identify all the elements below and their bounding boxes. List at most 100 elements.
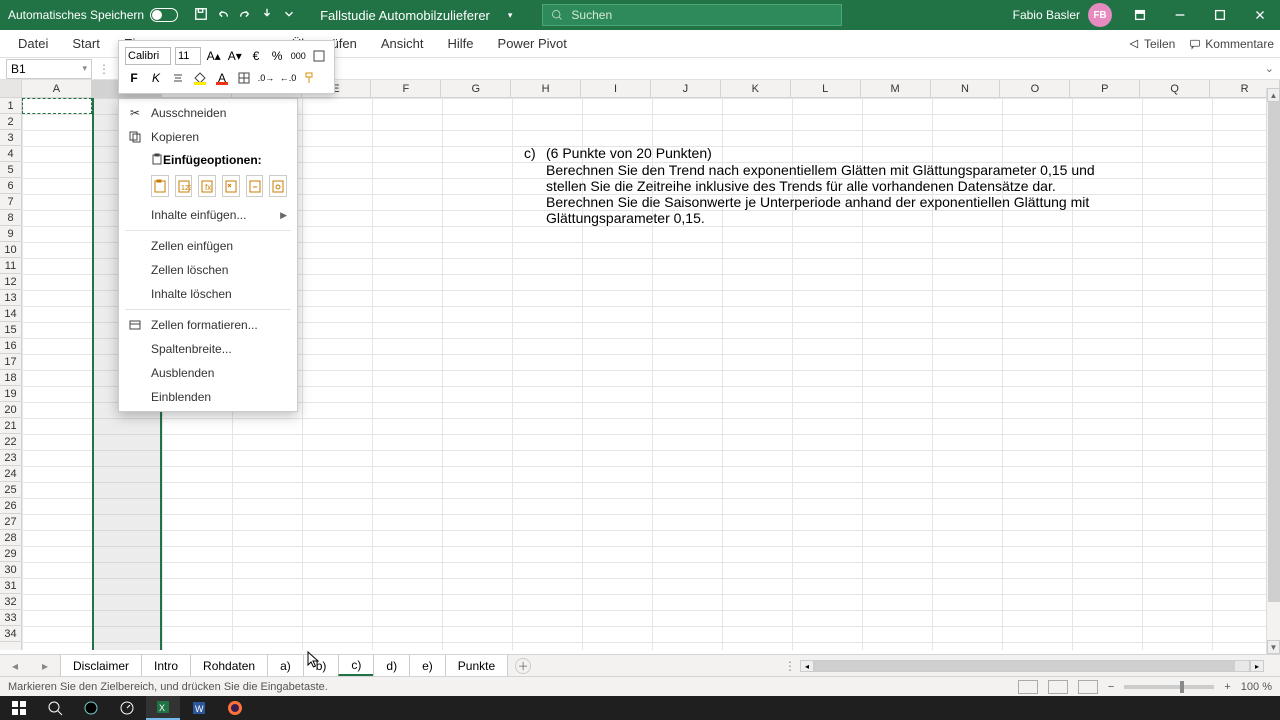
- sheet-tab-punkte[interactable]: Punkte: [445, 655, 508, 676]
- row-header[interactable]: 29: [0, 546, 21, 562]
- autosave-toggle[interactable]: [150, 8, 178, 22]
- zoom-slider[interactable]: [1124, 685, 1214, 689]
- ctx-unhide[interactable]: Einblenden: [119, 385, 297, 409]
- select-all-corner[interactable]: [0, 80, 22, 97]
- row-header[interactable]: 22: [0, 434, 21, 450]
- row-header[interactable]: 16: [0, 338, 21, 354]
- row-header[interactable]: 17: [0, 354, 21, 370]
- qat-dropdown-icon[interactable]: [282, 7, 296, 24]
- sheet-tab-a[interactable]: a): [267, 655, 304, 676]
- align-center-icon[interactable]: [169, 69, 187, 87]
- tab-datei[interactable]: Datei: [6, 30, 60, 57]
- row-header[interactable]: 18: [0, 370, 21, 386]
- row-header[interactable]: 33: [0, 610, 21, 626]
- font-color-icon[interactable]: A: [213, 69, 231, 87]
- paste-transpose-icon[interactable]: [222, 175, 240, 197]
- col-P[interactable]: P: [1070, 80, 1140, 97]
- italic-button[interactable]: K: [147, 69, 165, 87]
- task-view-icon[interactable]: [110, 696, 144, 720]
- hscroll-thumb[interactable]: [815, 661, 1235, 671]
- row-header[interactable]: 7: [0, 194, 21, 210]
- title-dropdown-icon[interactable]: ▾: [508, 10, 513, 21]
- row-header[interactable]: 34: [0, 626, 21, 642]
- row-header[interactable]: 11: [0, 258, 21, 274]
- col-K[interactable]: K: [721, 80, 791, 97]
- row-header[interactable]: 32: [0, 594, 21, 610]
- col-O[interactable]: O: [1000, 80, 1070, 97]
- row-header[interactable]: 30: [0, 562, 21, 578]
- col-Q[interactable]: Q: [1140, 80, 1210, 97]
- sheet-tab-rohdaten[interactable]: Rohdaten: [190, 655, 268, 676]
- row-header[interactable]: 4: [0, 146, 21, 162]
- row-header[interactable]: 6: [0, 178, 21, 194]
- row-header[interactable]: 10: [0, 242, 21, 258]
- row-header[interactable]: 23: [0, 450, 21, 466]
- row-header[interactable]: 15: [0, 322, 21, 338]
- comments-button[interactable]: Kommentare: [1189, 37, 1274, 51]
- search-taskbar-icon[interactable]: [38, 696, 72, 720]
- increase-font-icon[interactable]: A▴: [205, 47, 222, 65]
- ctx-delete-cells[interactable]: Zellen löschen: [119, 258, 297, 282]
- col-F[interactable]: F: [371, 80, 441, 97]
- increase-decimal-icon[interactable]: .0→: [257, 69, 275, 87]
- row-header[interactable]: 25: [0, 482, 21, 498]
- scroll-left-button[interactable]: ◂: [800, 660, 814, 672]
- sheet-nav-buttons[interactable]: ◂▸: [0, 659, 60, 673]
- conditional-format-icon[interactable]: [311, 47, 328, 65]
- paste-link-icon[interactable]: [269, 175, 287, 197]
- col-N[interactable]: N: [931, 80, 1001, 97]
- col-H[interactable]: H: [511, 80, 581, 97]
- decrease-font-icon[interactable]: A▾: [226, 47, 243, 65]
- col-M[interactable]: M: [861, 80, 931, 97]
- row-header[interactable]: 19: [0, 386, 21, 402]
- scroll-up-button[interactable]: ▲: [1267, 88, 1280, 102]
- tab-hilfe[interactable]: Hilfe: [436, 30, 486, 57]
- tab-start[interactable]: Start: [60, 30, 111, 57]
- zoom-in-button[interactable]: +: [1224, 681, 1230, 693]
- vertical-scrollbar[interactable]: ▲ ▼: [1266, 88, 1280, 654]
- paste-values-icon[interactable]: 123: [175, 175, 193, 197]
- cortana-icon[interactable]: [74, 696, 108, 720]
- save-icon[interactable]: [194, 7, 208, 24]
- page-break-button[interactable]: [1078, 680, 1098, 694]
- ctx-clear-contents[interactable]: Inhalte löschen: [119, 282, 297, 306]
- row-header[interactable]: 20: [0, 402, 21, 418]
- font-name-input[interactable]: [125, 47, 171, 65]
- row-header[interactable]: 12: [0, 274, 21, 290]
- firefox-taskbar-icon[interactable]: [218, 696, 252, 720]
- zoom-out-button[interactable]: −: [1108, 681, 1114, 693]
- row-header[interactable]: 21: [0, 418, 21, 434]
- row-header[interactable]: 27: [0, 514, 21, 530]
- paste-formulas-icon[interactable]: fx: [198, 175, 216, 197]
- paste-formatting-icon[interactable]: [246, 175, 264, 197]
- ribbon-display-icon[interactable]: [1120, 0, 1160, 30]
- sheet-tab-intro[interactable]: Intro: [141, 655, 191, 676]
- tab-ansicht[interactable]: Ansicht: [369, 30, 436, 57]
- row-header[interactable]: 24: [0, 466, 21, 482]
- zoom-level[interactable]: 100 %: [1241, 681, 1272, 693]
- user-account[interactable]: Fabio Basler FB: [1005, 3, 1120, 27]
- ctx-column-width[interactable]: Spaltenbreite...: [119, 337, 297, 361]
- col-G[interactable]: G: [441, 80, 511, 97]
- ctx-insert-cells[interactable]: Zellen einfügen: [119, 234, 297, 258]
- search-box[interactable]: Suchen: [542, 4, 842, 26]
- close-button[interactable]: [1240, 0, 1280, 30]
- vscroll-thumb[interactable]: [1268, 102, 1280, 602]
- sheet-tab-e[interactable]: e): [409, 655, 446, 676]
- accounting-format-icon[interactable]: €: [247, 47, 264, 65]
- ctx-cut[interactable]: ✂Ausschneiden: [119, 101, 297, 125]
- touch-mode-icon[interactable]: [260, 7, 274, 24]
- share-button[interactable]: Teilen: [1128, 37, 1175, 51]
- row-header[interactable]: 9: [0, 226, 21, 242]
- ctx-format-cells[interactable]: Zellen formatieren...: [119, 313, 297, 337]
- comma-format-icon[interactable]: 000: [290, 47, 307, 65]
- horizontal-scrollbar[interactable]: ⋮ ◂ ▸: [784, 659, 1264, 673]
- scroll-right-button[interactable]: ▸: [1250, 660, 1264, 672]
- col-I[interactable]: I: [581, 80, 651, 97]
- ctx-copy[interactable]: Kopieren: [119, 125, 297, 149]
- decrease-decimal-icon[interactable]: ←.0: [279, 69, 297, 87]
- paste-all-icon[interactable]: [151, 175, 169, 197]
- format-painter-icon[interactable]: [301, 69, 319, 87]
- col-A[interactable]: A: [22, 80, 92, 97]
- redo-icon[interactable]: [238, 7, 252, 24]
